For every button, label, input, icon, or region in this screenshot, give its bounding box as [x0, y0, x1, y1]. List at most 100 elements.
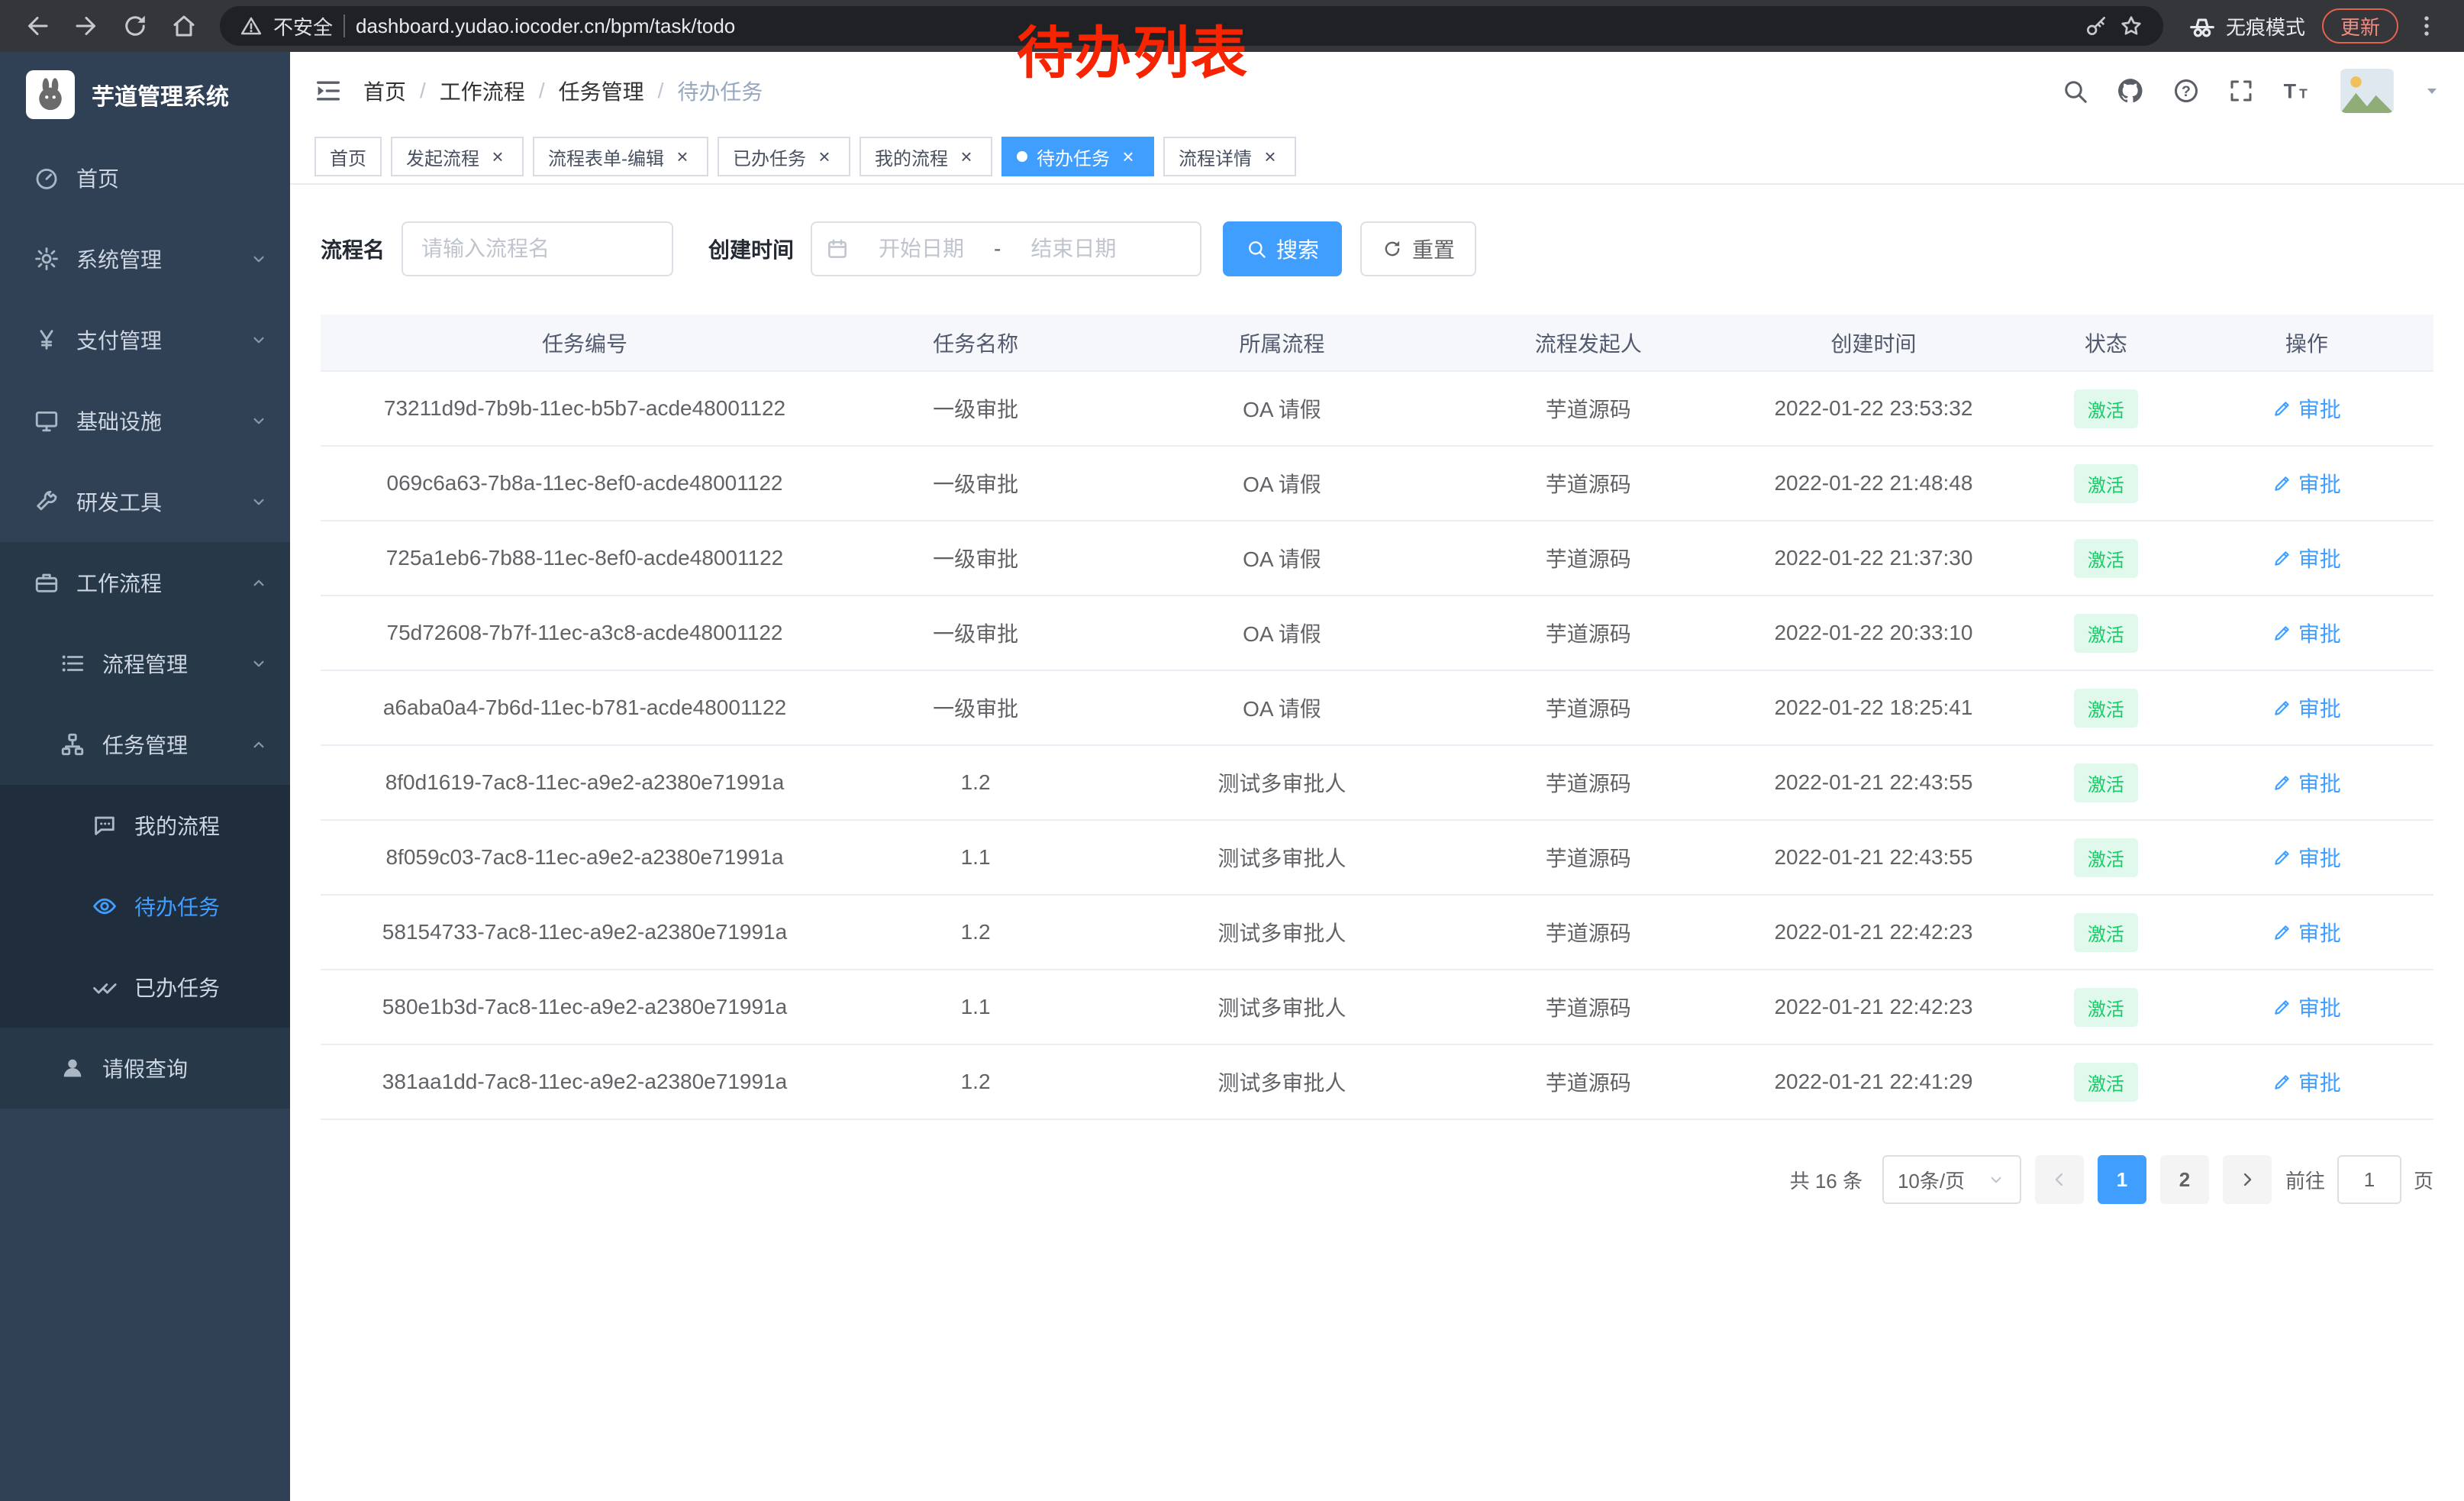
approve-link[interactable]: 审批	[2272, 992, 2341, 1022]
cell-process: OA 请假	[1102, 596, 1462, 670]
cell-create-time: 2022-01-22 21:48:48	[1715, 446, 2032, 521]
fullscreen-icon[interactable]	[2227, 77, 2255, 105]
sidebar-item-devtools[interactable]: 研发工具	[0, 461, 290, 542]
sidebar-item-label: 基础设施	[76, 405, 162, 436]
approve-link[interactable]: 审批	[2272, 917, 2341, 947]
sidebar-item-my-process[interactable]: 我的流程	[0, 785, 290, 866]
approve-link[interactable]: 审批	[2272, 543, 2341, 573]
page-button-1[interactable]: 1	[2098, 1155, 2146, 1204]
tab-todo-tasks[interactable]: 待办任务	[1001, 137, 1154, 176]
sidebar-item-done-tasks[interactable]: 已办任务	[0, 947, 290, 1028]
sidebar-collapse-icon[interactable]	[313, 76, 343, 106]
cell-task-name: 一级审批	[849, 596, 1102, 670]
browser-menu-icon[interactable]	[2406, 5, 2447, 47]
sidebar-item-label: 系统管理	[76, 244, 162, 274]
sidebar-item-home[interactable]: 首页	[0, 137, 290, 218]
browser-forward-button[interactable]	[66, 5, 107, 47]
sidebar-item-label: 首页	[76, 163, 119, 193]
tab-my-process[interactable]: 我的流程	[859, 137, 992, 176]
main-panel: 首页 工作流程 任务管理 待办任务 ? TT 首页 发起流程 流程表单-编辑	[290, 52, 2464, 1501]
tab-close-icon[interactable]	[1118, 146, 1139, 167]
cell-task-id: 381aa1dd-7ac8-11ec-a9e2-a2380e71991a	[321, 1044, 849, 1119]
search-button[interactable]: 搜索	[1223, 221, 1342, 276]
breadcrumb-task-mgmt[interactable]: 任务管理	[559, 76, 678, 106]
cell-status: 激活	[2032, 446, 2180, 521]
cell-starter: 芋道源码	[1462, 371, 1715, 446]
prev-page-button[interactable]	[2035, 1155, 2084, 1204]
cell-status: 激活	[2032, 745, 2180, 820]
address-bar[interactable]: 不安全 dashboard.yudao.iocoder.cn/bpm/task/…	[220, 6, 2163, 46]
github-icon[interactable]	[2116, 76, 2145, 105]
help-icon[interactable]: ?	[2172, 77, 2200, 105]
search-icon[interactable]	[2061, 77, 2088, 105]
breadcrumb-current: 待办任务	[677, 76, 763, 106]
date-range-picker[interactable]: -	[811, 221, 1201, 276]
incognito-icon	[2188, 11, 2217, 40]
table-row: a6aba0a4-7b6d-11ec-b781-acde48001122 一级审…	[321, 670, 2433, 745]
process-name-input[interactable]	[402, 221, 673, 276]
col-process: 所属流程	[1102, 315, 1462, 371]
cell-process: 测试多审批人	[1102, 745, 1462, 820]
sidebar-item-process-mgmt[interactable]: 流程管理	[0, 623, 290, 704]
sidebar-item-workflow[interactable]: 工作流程	[0, 542, 290, 623]
tab-form-edit[interactable]: 流程表单-编辑	[533, 137, 708, 176]
security-label: 不安全	[273, 12, 333, 40]
bookmark-star-icon[interactable]	[2119, 14, 2143, 38]
page-size-select[interactable]: 10条/页	[1882, 1155, 2021, 1204]
todo-task-table: 任务编号 任务名称 所属流程 流程发起人 创建时间 状态 操作 73211d9d…	[321, 315, 2433, 1120]
cell-create-time: 2022-01-22 18:25:41	[1715, 670, 2032, 745]
browser-home-button[interactable]	[163, 5, 205, 47]
approve-link[interactable]: 审批	[2272, 842, 2341, 873]
cell-actions: 审批	[2180, 670, 2433, 745]
sidebar-item-infra[interactable]: 基础设施	[0, 380, 290, 461]
start-date-input[interactable]	[853, 237, 989, 261]
cell-starter: 芋道源码	[1462, 596, 1715, 670]
tab-close-icon[interactable]	[487, 146, 508, 167]
font-size-icon[interactable]: TT	[2282, 76, 2311, 105]
tab-process-detail[interactable]: 流程详情	[1163, 137, 1296, 176]
table-header-row: 任务编号 任务名称 所属流程 流程发起人 创建时间 状态 操作	[321, 315, 2433, 371]
browser-update-button[interactable]: 更新	[2322, 8, 2398, 44]
approve-link[interactable]: 审批	[2272, 393, 2341, 424]
tab-home[interactable]: 首页	[314, 137, 382, 176]
approve-link[interactable]: 审批	[2272, 468, 2341, 499]
end-date-input[interactable]	[1005, 237, 1141, 261]
sidebar-item-system[interactable]: 系统管理	[0, 218, 290, 299]
reset-button[interactable]: 重置	[1360, 221, 1476, 276]
user-avatar[interactable]	[2339, 69, 2395, 113]
next-page-button[interactable]	[2223, 1155, 2272, 1204]
sidebar-item-todo-tasks[interactable]: 待办任务	[0, 866, 290, 947]
sidebar-logo[interactable]: 芋道管理系统	[0, 52, 290, 137]
cell-task-name: 1.2	[849, 745, 1102, 820]
tab-close-icon[interactable]	[672, 146, 693, 167]
sidebar-item-label: 研发工具	[76, 486, 162, 517]
breadcrumb-workflow[interactable]: 工作流程	[440, 76, 559, 106]
approve-link[interactable]: 审批	[2272, 767, 2341, 798]
tab-close-icon[interactable]	[1259, 146, 1281, 167]
tab-start-process[interactable]: 发起流程	[391, 137, 524, 176]
page-button-2[interactable]: 2	[2160, 1155, 2209, 1204]
tab-label: 流程表单-编辑	[548, 144, 664, 170]
cell-task-name: 1.2	[849, 895, 1102, 970]
tab-close-icon[interactable]	[956, 146, 977, 167]
breadcrumb-home[interactable]: 首页	[363, 76, 440, 106]
sidebar-item-payment[interactable]: 支付管理	[0, 299, 290, 380]
tab-close-icon[interactable]	[814, 146, 835, 167]
browser-back-button[interactable]	[17, 5, 58, 47]
approve-link[interactable]: 审批	[2272, 618, 2341, 648]
sidebar-item-leave-query[interactable]: 请假查询	[0, 1028, 290, 1109]
cell-process: 测试多审批人	[1102, 1044, 1462, 1119]
cell-task-name: 1.2	[849, 1044, 1102, 1119]
cell-status: 激活	[2032, 970, 2180, 1044]
goto-page-input[interactable]	[2337, 1155, 2401, 1204]
col-actions: 操作	[2180, 315, 2433, 371]
approve-link[interactable]: 审批	[2272, 692, 2341, 723]
security-warning-icon[interactable]	[240, 15, 263, 37]
sidebar-item-task-mgmt[interactable]: 任务管理	[0, 704, 290, 785]
approve-link[interactable]: 审批	[2272, 1067, 2341, 1097]
tab-done-tasks[interactable]: 已办任务	[718, 137, 850, 176]
password-key-icon[interactable]	[2084, 14, 2108, 38]
approve-link-label: 审批	[2298, 917, 2341, 947]
browser-reload-button[interactable]	[114, 5, 156, 47]
cell-starter: 芋道源码	[1462, 820, 1715, 895]
